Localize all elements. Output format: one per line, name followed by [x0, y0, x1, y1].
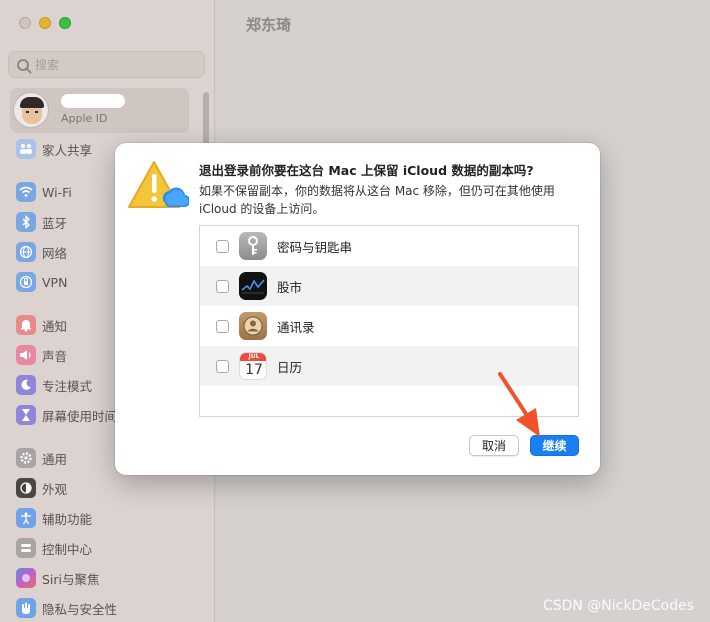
annotation-arrow — [498, 372, 540, 437]
gear-icon — [16, 448, 36, 468]
page-title: 郑东琦 — [246, 16, 292, 34]
sidebar-item-general[interactable]: 通用 — [16, 447, 67, 469]
family-icon — [16, 139, 36, 159]
apple-id-label: Apple ID — [61, 112, 108, 125]
list-item-keychain[interactable]: 密码与钥匙串 — [200, 226, 578, 266]
appearance-icon — [16, 478, 36, 498]
sidebar-item-family[interactable]: 家人共享 — [16, 138, 92, 160]
list-item-contacts[interactable]: 通讯录 — [200, 306, 578, 346]
calendar-checkbox[interactable] — [216, 359, 229, 373]
sidebar-item-accessibility[interactable]: 辅助功能 — [16, 507, 92, 529]
dialog-title: 退出登录前你要在这台 Mac 上保留 iCloud 数据的副本吗? — [199, 163, 534, 178]
siri-icon — [16, 568, 36, 588]
contacts-icon — [239, 312, 267, 340]
search-placeholder: 搜索 — [35, 58, 60, 72]
calendar-month: JUL — [240, 353, 266, 361]
bell-icon — [16, 315, 36, 335]
redacted-username — [61, 94, 125, 108]
sidebar-scrollbar[interactable] — [203, 92, 209, 146]
contacts-checkbox[interactable] — [216, 319, 229, 333]
stocks-icon — [239, 272, 267, 300]
list-item-stocks[interactable]: 股市 — [200, 266, 578, 306]
search-icon — [17, 58, 29, 71]
close-window-button[interactable] — [19, 17, 31, 29]
avatar — [13, 92, 49, 128]
stocks-checkbox[interactable] — [216, 279, 229, 293]
globe-icon — [16, 242, 36, 262]
sidebar-item-focus[interactable]: 专注模式 — [16, 374, 92, 396]
sidebar-item-bluetooth[interactable]: 蓝牙 — [16, 211, 67, 233]
sidebar-item-privacy[interactable]: 隐私与安全性 — [16, 597, 117, 619]
keychain-icon — [239, 232, 267, 260]
calendar-icon: JUL 17 — [239, 352, 267, 380]
vpn-icon — [16, 272, 36, 292]
maximize-window-button[interactable] — [59, 17, 71, 29]
sidebar-item-screen-time[interactable]: 屏幕使用时间 — [16, 404, 117, 426]
control-center-icon — [16, 538, 36, 558]
bluetooth-icon — [16, 212, 36, 232]
calendar-day: 17 — [245, 362, 263, 378]
minimize-window-button[interactable] — [39, 17, 51, 29]
speaker-icon — [16, 345, 36, 365]
sidebar-item-wifi[interactable]: Wi-Fi — [16, 181, 72, 203]
moon-icon — [16, 375, 36, 395]
sidebar-item-notifications[interactable]: 通知 — [16, 314, 67, 336]
watermark: CSDN @NickDeCodes — [542, 598, 694, 614]
accessibility-icon — [16, 508, 36, 528]
sidebar-item-sound[interactable]: 声音 — [16, 344, 67, 366]
sidebar-item-control-center[interactable]: 控制中心 — [16, 537, 92, 559]
hourglass-icon — [16, 405, 36, 425]
sidebar-item-siri[interactable]: Siri与聚焦 — [16, 567, 100, 589]
warning-icon — [128, 161, 189, 208]
search-input[interactable]: 搜索 — [8, 51, 205, 78]
wifi-icon — [16, 182, 36, 202]
sidebar-item-vpn[interactable]: VPN — [16, 271, 67, 293]
sidebar-item-network[interactable]: 网络 — [16, 241, 67, 263]
sidebar-item-appearance[interactable]: 外观 — [16, 477, 67, 499]
hand-icon — [16, 598, 36, 618]
dialog-message: 如果不保留副本，你的数据将从这台 Mac 移除，但仍可在其他使用 iCloud … — [199, 184, 555, 216]
keychain-checkbox[interactable] — [216, 239, 229, 253]
apple-id-account[interactable]: Apple ID — [10, 88, 189, 133]
